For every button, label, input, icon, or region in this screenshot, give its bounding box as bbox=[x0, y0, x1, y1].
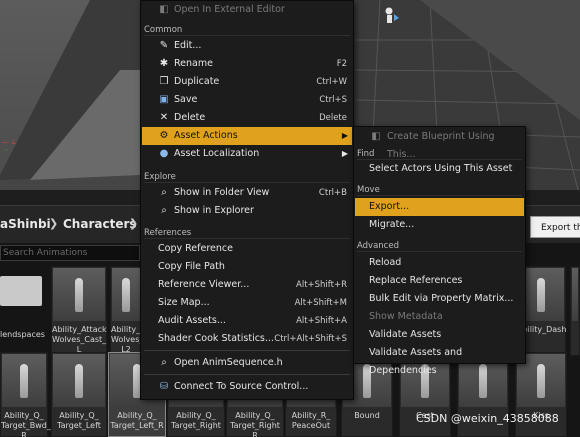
breadcrumb-current[interactable]: Characters bbox=[63, 217, 137, 231]
menu-validate-assets[interactable]: Validate Assets bbox=[355, 326, 524, 344]
section-find: Find bbox=[357, 148, 522, 160]
menu-copy-reference[interactable]: Copy Reference bbox=[142, 240, 352, 258]
source-control-icon: ⛁ bbox=[159, 381, 169, 392]
player-start-icon[interactable] bbox=[382, 6, 400, 26]
asset-tile[interactable]: Ability_Q_ Target_Bwd_ R bbox=[0, 352, 51, 437]
menu-show-in-folder-view[interactable]: ⌕ Show in Folder View Ctrl+B bbox=[142, 184, 352, 202]
menu-audit-assets[interactable]: Audit Assets... Alt+Shift+A bbox=[142, 312, 352, 330]
folder-label: lendspaces bbox=[0, 330, 45, 339]
menu-select-actors[interactable]: Select Actors Using This Asset bbox=[355, 160, 524, 178]
submenu-arrow-icon: ▶ bbox=[341, 131, 348, 140]
rename-icon: ✱ bbox=[159, 58, 169, 69]
asset-label: Ability_R_ PeaceOut bbox=[291, 411, 331, 430]
section-advanced: Advanced bbox=[357, 240, 522, 252]
asset-label: Bound bbox=[354, 411, 380, 420]
asset-label: Ability_Q_ Target_Right bbox=[171, 411, 221, 430]
duplicate-icon: ❐ bbox=[159, 76, 169, 87]
asset-label: Ability_A Wolves_ L2 bbox=[111, 325, 146, 354]
asset-label: Ability_Q_ Target_Bwd_ R bbox=[1, 411, 51, 437]
menu-export[interactable]: Export... bbox=[355, 198, 524, 216]
menu-open-header[interactable]: ⌕ Open AnimSequence.h bbox=[142, 354, 352, 372]
asset-label: Ability_Q_ Target_Left bbox=[57, 411, 101, 430]
asset-label: Ability_Q_ Target_Right R bbox=[230, 411, 280, 437]
character-thumbnail bbox=[537, 278, 545, 312]
editor-window: { "breadcrumb": {"parent": "aShinbi", "c… bbox=[0, 0, 580, 437]
menu-validate-assets-dependencies[interactable]: Validate Assets and Dependencies bbox=[355, 344, 524, 376]
menu-save[interactable]: ▣ Save Ctrl+S bbox=[142, 91, 352, 109]
folder-blendspaces[interactable]: lendspaces bbox=[0, 268, 45, 339]
menu-rename[interactable]: ✱ Rename F2 bbox=[142, 55, 352, 73]
section-move: Move bbox=[357, 184, 522, 196]
character-thumbnail bbox=[122, 278, 130, 312]
asset-label: Ability_Q_ Target_Left_R bbox=[110, 411, 164, 430]
globe-icon: ● bbox=[159, 148, 169, 159]
asset-tile[interactable]: Ability_Attack Wolves_Cast_ L bbox=[51, 266, 107, 356]
menu-migrate[interactable]: Migrate... bbox=[355, 216, 524, 234]
character-thumbnail bbox=[75, 364, 83, 398]
menu-asset-localization[interactable]: ● Asset Localization ▶ bbox=[142, 145, 352, 163]
breadcrumb-parent[interactable]: aShinbi bbox=[0, 217, 51, 231]
search-icon: ⌕ bbox=[161, 205, 167, 216]
axis-gizmo: — ⟂ ⋯ bbox=[2, 138, 16, 154]
menu-delete[interactable]: ✕ Delete Delete bbox=[142, 109, 352, 127]
export-tooltip: Export the bbox=[530, 216, 580, 238]
menu-reference-viewer[interactable]: Reference Viewer... Alt+Shift+R bbox=[142, 276, 352, 294]
section-common: Common bbox=[144, 24, 350, 36]
menu-create-blueprint[interactable]: ◧ Create Blueprint Using This... bbox=[355, 128, 524, 160]
menu-divider bbox=[144, 350, 350, 351]
menu-replace-references[interactable]: Replace References bbox=[355, 272, 524, 290]
menu-copy-file-path[interactable]: Copy File Path bbox=[142, 258, 352, 276]
gear-icon: ⚙ bbox=[159, 130, 169, 141]
menu-connect-source-control[interactable]: ⛁ Connect To Source Control... bbox=[142, 378, 352, 396]
menu-duplicate[interactable]: ❐ Duplicate Ctrl+W bbox=[142, 73, 352, 91]
blueprint-icon: ◧ bbox=[371, 131, 381, 142]
menu-asset-actions[interactable]: ⚙ Asset Actions ▶ bbox=[142, 127, 352, 145]
menu-edit[interactable]: ✎ Edit... bbox=[142, 37, 352, 55]
menu-show-metadata[interactable]: Show Metadata bbox=[355, 308, 524, 326]
submenu-arrow-icon: ▶ bbox=[341, 149, 348, 158]
search-icon: ⌕ bbox=[161, 187, 167, 198]
menu-bulk-edit[interactable]: Bulk Edit via Property Matrix... bbox=[355, 290, 524, 308]
character-thumbnail bbox=[20, 364, 28, 398]
context-menu: ◧ Open In External Editor Common ✎ Edit...… bbox=[140, 0, 354, 400]
search-icon: ⌕ bbox=[161, 357, 167, 368]
asset-actions-submenu: ◧ Create Blueprint Using This... Find Sel… bbox=[353, 126, 526, 376]
breadcrumb-separator-2[interactable]: ❯ bbox=[129, 217, 138, 230]
delete-icon: ✕ bbox=[159, 112, 169, 123]
menu-size-map[interactable]: Size Map... Alt+Shift+M bbox=[142, 294, 352, 312]
save-icon: ▣ bbox=[159, 94, 169, 105]
character-thumbnail bbox=[537, 364, 545, 398]
menu-reload[interactable]: Reload bbox=[355, 254, 524, 272]
section-references: References bbox=[144, 227, 350, 239]
asset-tile[interactable]: Ability_Q_ Target_Left bbox=[51, 352, 107, 437]
section-explore: Explore bbox=[144, 171, 350, 183]
external-editor-icon: ◧ bbox=[159, 4, 169, 15]
breadcrumb-separator[interactable]: ❯ bbox=[49, 217, 58, 230]
pencil-icon: ✎ bbox=[159, 40, 169, 51]
menu-open-external-editor[interactable]: ◧ Open In External Editor bbox=[142, 1, 352, 19]
menu-shader-cook-statistics[interactable]: Shader Cook Statistics... Ctrl+Alt+Shift+… bbox=[142, 330, 352, 348]
asset-tile[interactable] bbox=[570, 266, 580, 356]
search-input[interactable]: Search Animations bbox=[0, 245, 140, 261]
asset-tile[interactable]: Ability_A Wolves_ L2 bbox=[110, 266, 146, 356]
asset-label: Ability_Attack Wolves_Cast_ L bbox=[52, 325, 107, 354]
watermark: CSDN @weixin_43858088 bbox=[416, 412, 559, 425]
menu-divider bbox=[144, 374, 350, 375]
menu-show-in-explorer[interactable]: ⌕ Show in Explorer bbox=[142, 202, 352, 220]
character-thumbnail bbox=[75, 278, 83, 312]
folder-icon bbox=[0, 276, 42, 306]
